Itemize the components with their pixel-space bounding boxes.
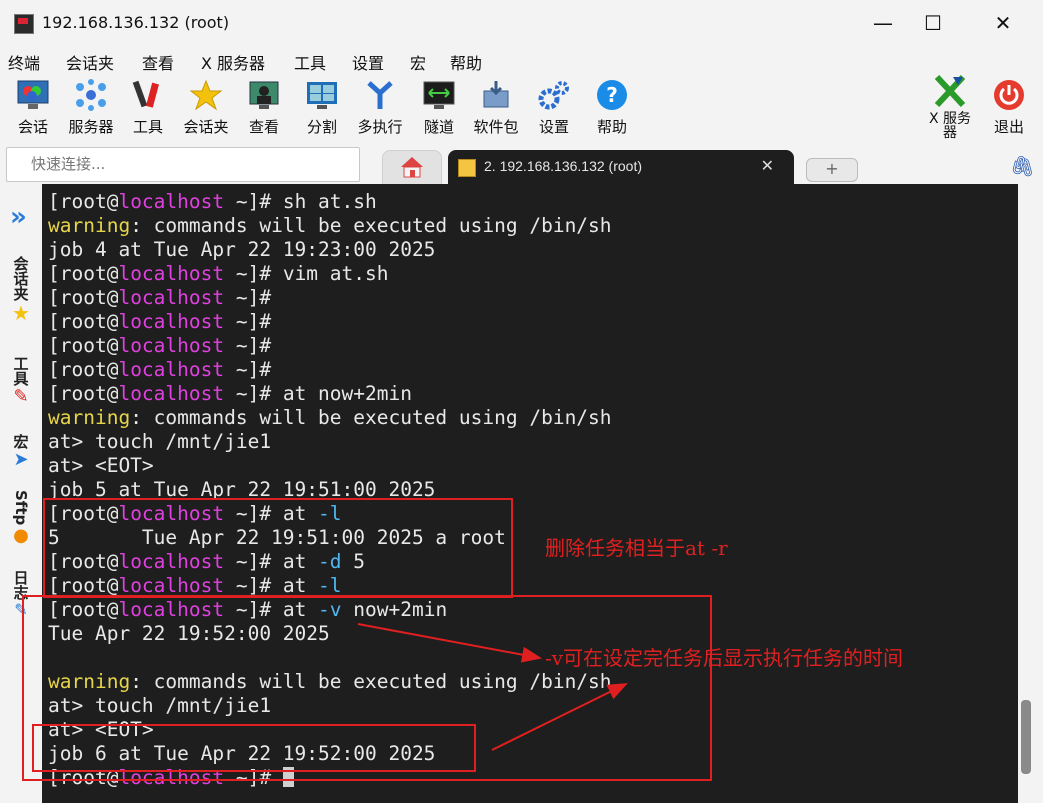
arrow-to-job6 [491, 683, 628, 751]
annotation-arrows [357, 623, 628, 751]
arrow-to-verbose-note [357, 623, 542, 663]
